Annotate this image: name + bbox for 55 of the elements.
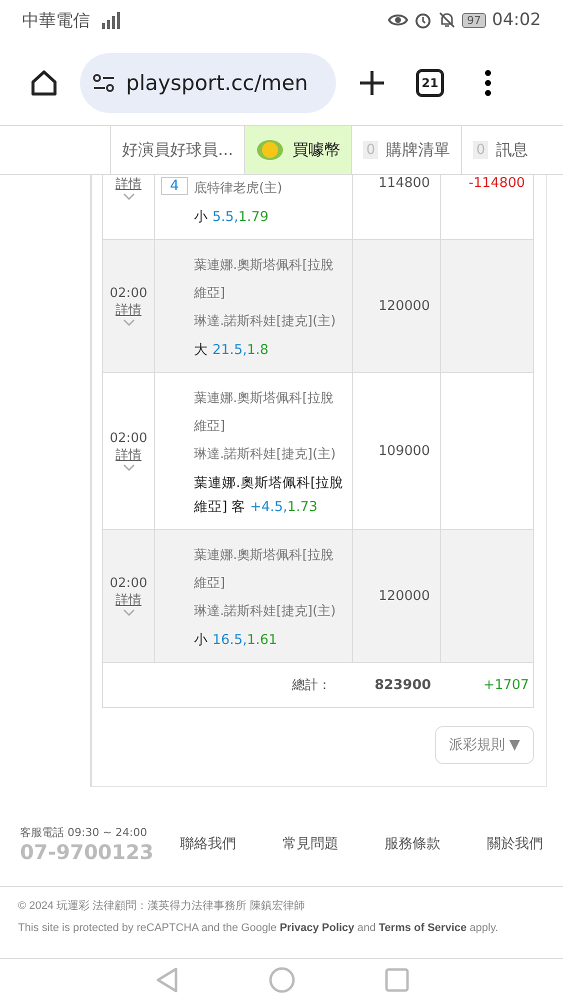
bet-pick: 葉連娜.奧斯塔佩科[拉脫維亞] 客 +4.5,1.73 — [194, 474, 344, 517]
bet-result: -114800 — [468, 175, 525, 191]
battery-level: 97 — [462, 12, 486, 28]
team-name: 葉連娜.奧斯塔佩科[拉脫維亞] — [194, 547, 334, 593]
chevron-down-icon[interactable] — [122, 193, 134, 201]
detail-link[interactable]: 詳情 — [116, 175, 142, 193]
home-circle-icon[interactable] — [268, 966, 294, 992]
bet-pick: 小 5.5,1.79 — [194, 208, 270, 227]
detail-link[interactable]: 詳情 — [116, 300, 142, 318]
team-name: 葉連娜.奧斯塔佩科[拉脫維亞] — [194, 390, 334, 436]
match-time: 02:00 — [110, 430, 148, 446]
bet-pick: 大 21.5,1.8 — [194, 341, 270, 360]
bet-amount: 120000 — [378, 588, 430, 604]
bell-off-icon — [438, 11, 456, 29]
coin-icon — [256, 138, 284, 162]
nav-tab[interactable]: 買噱幣 — [244, 126, 352, 174]
detail-link[interactable]: 詳情 — [116, 590, 142, 608]
tab-count[interactable]: 21 — [416, 68, 444, 96]
total-label: 總計： — [291, 677, 332, 694]
footer-link[interactable]: 關於我們 — [486, 835, 543, 853]
service-hours: 客服電話 09:30 ~ 24:00 — [20, 824, 148, 840]
nav-tab[interactable]: 好演員好球員... — [110, 126, 244, 174]
match-time: 02:00 — [110, 286, 148, 300]
bet-pick: 小 16.5,1.61 — [194, 631, 278, 650]
carrier-name: 中華電信 — [22, 10, 90, 32]
chevron-down-icon[interactable] — [122, 318, 134, 326]
detail-link[interactable]: 詳情 — [116, 446, 142, 464]
bet-amount: 120000 — [378, 298, 430, 314]
recents-icon[interactable] — [384, 968, 408, 992]
bet-amount: 109000 — [378, 443, 430, 459]
team-name: 琳達.諾斯科娃[捷克](主) — [194, 446, 337, 464]
footer-link[interactable]: 聯絡我們 — [180, 835, 236, 853]
footer-link[interactable]: 常見問題 — [282, 835, 338, 853]
copyright-text: © 2024 玩運彩 法律顧問：漢英得力法律事務所 陳鎮宏律師 — [18, 899, 306, 913]
match-time: 02:00 — [110, 576, 148, 590]
chevron-down-icon[interactable] — [122, 608, 134, 616]
payout-rules-button[interactable]: 派彩規則 ▼ — [434, 726, 534, 764]
back-icon[interactable] — [154, 966, 178, 992]
total-amount: 823900 — [374, 677, 432, 693]
total-result: +1707 — [482, 677, 530, 693]
address-bar[interactable]: playsport.cc/men — [80, 52, 336, 112]
team-name: 琳達.諾斯科娃[捷克](主) — [194, 603, 337, 621]
team-name: 底特律老虎(主) — [194, 180, 284, 198]
bet-amount: 114800 — [378, 175, 430, 191]
clock-time: 04:02 — [492, 10, 541, 30]
number-badge: 4 — [161, 177, 188, 195]
recaptcha-notice: This site is protected by reCAPTCHA and the Google Privacy Policy and Terms of Service apply. — [18, 921, 500, 935]
team-name: 琳達.諾斯科娃[捷克](主) — [194, 313, 337, 331]
eye-icon — [388, 12, 408, 28]
tune-icon[interactable] — [92, 72, 116, 92]
phone-number: 07-9700123 — [20, 840, 155, 864]
chevron-down-icon[interactable] — [122, 464, 134, 472]
footer-link[interactable]: 服務條款 — [384, 835, 441, 853]
team-name: 葉連娜.奧斯塔佩科[拉脫維亞] — [194, 257, 334, 303]
alarm-icon — [414, 11, 432, 29]
